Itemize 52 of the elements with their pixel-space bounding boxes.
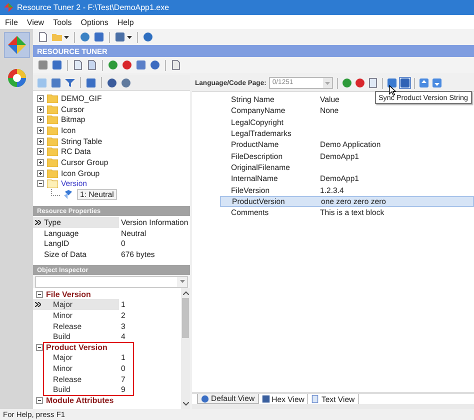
caret-icon[interactable]	[127, 36, 132, 38]
window-title: Resource Tuner 2 - F:\Test\DemoApp1.exe	[17, 3, 170, 12]
collapse-icon[interactable]	[36, 290, 43, 298]
folder-icon	[47, 158, 58, 167]
expand-icon[interactable]	[37, 116, 44, 124]
folder-icon	[47, 168, 58, 178]
row-marker-icon	[35, 302, 41, 308]
collapse-icon[interactable]	[36, 344, 43, 351]
group-title: Module Attributes	[46, 396, 114, 405]
new-document-icon[interactable]	[38, 32, 48, 42]
expand-icon[interactable]	[37, 106, 44, 113]
expand-icon[interactable]	[37, 170, 44, 177]
document-icon	[311, 395, 320, 403]
expand-icon[interactable]	[37, 148, 44, 156]
caret-icon[interactable]	[64, 36, 69, 38]
add-icon[interactable]	[342, 78, 352, 88]
app-icon	[4, 3, 13, 12]
folder-icon	[47, 126, 58, 135]
menu-item[interactable]: Help	[117, 18, 134, 26]
menu-item[interactable]: File	[5, 18, 18, 26]
delete-icon[interactable]	[122, 60, 132, 70]
document-icon[interactable]	[171, 60, 181, 70]
resource-tuner-button[interactable]	[4, 32, 30, 58]
row-marker-icon	[35, 220, 41, 225]
expand-icon[interactable]	[37, 126, 44, 134]
expand-icon[interactable]	[37, 138, 44, 145]
collapse-icon[interactable]	[36, 396, 43, 404]
move-up-icon[interactable]	[419, 78, 430, 88]
folder-icon	[47, 94, 58, 103]
expand-icon[interactable]	[37, 94, 44, 102]
add-icon[interactable]	[108, 60, 118, 70]
menu-item[interactable]: View	[26, 18, 44, 26]
scroll-down-icon[interactable]	[182, 402, 188, 406]
folder-icon	[47, 136, 58, 146]
expand-icon[interactable]	[37, 158, 44, 166]
group-title: Product Version	[46, 342, 108, 352]
folder-icon	[47, 115, 58, 124]
folder-icon	[47, 179, 58, 188]
mouse-pointer-icon	[389, 85, 396, 96]
scroll-up-icon[interactable]	[182, 291, 188, 295]
folder-icon	[47, 147, 58, 156]
menu-item[interactable]: Tools	[53, 18, 72, 26]
delete-icon[interactable]	[355, 78, 366, 88]
scrollbar[interactable]	[181, 288, 190, 409]
menu-item[interactable]: Options	[80, 18, 108, 26]
move-down-icon[interactable]	[432, 78, 442, 88]
resource-icon	[63, 190, 74, 200]
group-title: File Version	[46, 290, 91, 299]
folder-icon	[47, 104, 58, 114]
filter-icon[interactable]	[65, 78, 75, 88]
collapse-icon[interactable]	[37, 180, 44, 188]
dropdown-arrow-icon[interactable]	[180, 280, 184, 283]
